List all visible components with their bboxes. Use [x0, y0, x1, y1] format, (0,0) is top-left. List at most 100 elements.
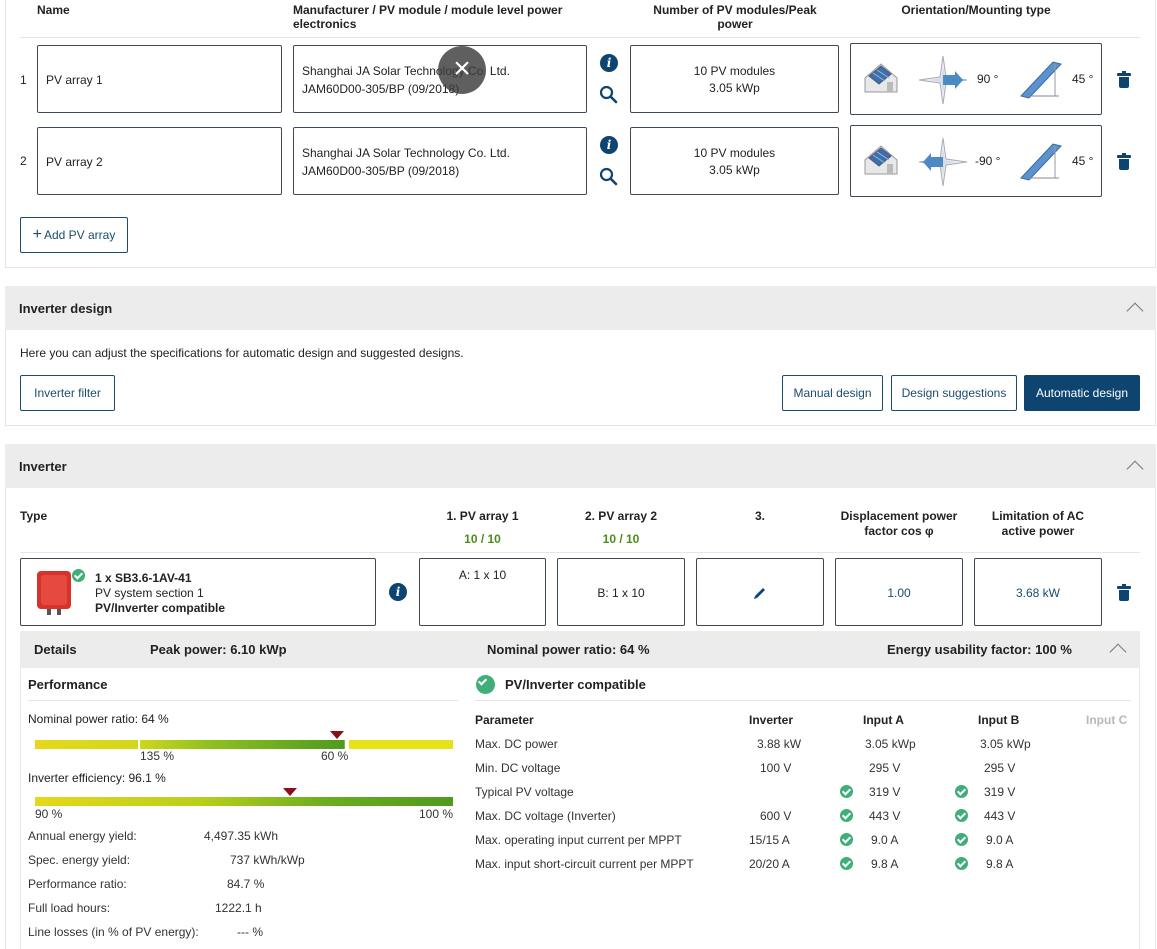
pv-array3-header: 3. — [754, 509, 765, 523]
design-suggestions-button[interactable]: Design suggestions — [891, 375, 1017, 411]
tilt-value: 45 ° — [1072, 72, 1094, 86]
pv-array-name-field[interactable]: PV array 1 — [37, 45, 282, 113]
compatible-check-icon — [476, 675, 495, 694]
pencil-icon[interactable] — [753, 586, 767, 600]
delete-icon[interactable] — [1117, 71, 1131, 88]
efficiency-marker — [283, 788, 297, 796]
input-b-value: 9.0 A — [986, 833, 1014, 847]
pv-system-section: PV system section 1 — [95, 586, 204, 600]
col-input-a: Input A — [863, 713, 904, 727]
search-icon[interactable] — [599, 85, 618, 104]
limitation-value: 3.68 kW — [1015, 586, 1060, 600]
inverter-value: 600 V — [760, 809, 792, 823]
inverter-model: 1 x SB3.6-1AV-41 — [95, 571, 192, 585]
compat-divider — [475, 700, 1131, 701]
compass-icon — [918, 137, 968, 187]
annual-yield-value: 4,497.35 kWh — [204, 829, 279, 843]
performance-ratio-label: Performance ratio: — [28, 877, 127, 891]
nominal-ratio-summary: Nominal power ratio: 64 % — [487, 642, 650, 657]
inverter-compatible-text: PV/Inverter compatible — [95, 601, 226, 615]
chevron-up-icon[interactable] — [1126, 460, 1144, 478]
check-icon — [955, 785, 968, 798]
tilt-icon — [1020, 61, 1062, 99]
tilt-value: 45 ° — [1072, 154, 1094, 168]
nominal-ratio-gauge — [35, 740, 453, 749]
pv-array-name: PV array 1 — [46, 73, 103, 87]
peak-power-summary: Peak power: 6.10 kWp — [150, 642, 287, 657]
nominal-ratio-label: Nominal power ratio: 64 % — [28, 712, 169, 726]
check-icon — [840, 857, 853, 870]
inverter-device-card[interactable]: 1 x SB3.6-1AV-41 PV system section 1 PV/… — [20, 558, 376, 626]
input-a-value: A: 1 x 10 — [458, 568, 507, 582]
pv-array-name-field[interactable]: PV array 2 — [37, 127, 282, 195]
pv-module-field[interactable]: Shanghai JA Solar Technology Co. Ltd. JA… — [293, 127, 587, 195]
inverter-design-header[interactable]: Inverter design — [5, 286, 1156, 330]
tilt-icon — [1020, 143, 1062, 181]
input-a-value: 3.05 kWp — [865, 737, 916, 751]
inverter-value: 3.88 kW — [757, 737, 802, 751]
nominal-ratio-marker — [330, 731, 344, 739]
module-text: JAM60D00-305/BP (09/2018) — [302, 82, 460, 96]
orientation-field[interactable]: -90 ° 45 ° — [850, 125, 1102, 197]
add-pv-array-button[interactable]: + Add PV array — [20, 217, 128, 253]
col-input-b: Input B — [978, 713, 1020, 727]
input-a-value: 319 V — [869, 785, 901, 799]
input-b-value: 295 V — [984, 761, 1016, 775]
input-b-value: 3.05 kWp — [980, 737, 1031, 751]
limitation-field[interactable]: 3.68 kW — [974, 558, 1102, 626]
check-icon — [955, 833, 968, 846]
check-icon — [840, 809, 853, 822]
compatible-check-icon — [72, 569, 85, 582]
col-header-modules: Number of PV modules/Peak power — [653, 3, 817, 31]
annual-yield-label: Annual energy yield: — [28, 829, 137, 843]
info-icon[interactable]: i — [389, 583, 407, 601]
add-pv-array-label: Add PV array — [43, 228, 116, 242]
manufacturer-text: Shanghai JA Solar Technology Co. Ltd. — [302, 146, 510, 160]
col-header-orientation: Orientation/Mounting type — [901, 3, 1051, 17]
input-b-field[interactable]: B: 1 x 10 — [557, 558, 685, 626]
info-icon[interactable]: i — [600, 54, 618, 72]
col-parameter: Parameter — [475, 713, 534, 727]
search-icon[interactable] — [599, 167, 618, 186]
efficiency-gauge — [35, 797, 453, 806]
details-bar[interactable]: Details Peak power: 6.10 kWp Nominal pow… — [20, 631, 1140, 668]
info-icon[interactable]: i — [600, 136, 618, 154]
check-icon — [840, 833, 853, 846]
input-a-field[interactable]: A: 1 x 10 — [419, 558, 546, 626]
energy-usability-summary: Energy usability factor: 100 % — [887, 642, 1072, 657]
chevron-up-icon[interactable] — [1126, 302, 1144, 320]
delete-icon[interactable] — [1117, 153, 1131, 170]
pv-array2-header: 2. PV array 2 — [584, 509, 658, 523]
performance-divider — [28, 700, 458, 701]
efficiency-min: 90 % — [35, 807, 63, 821]
inverter-design-description: Here you can adjust the specifications f… — [20, 346, 464, 360]
spec-yield-value: 737 kWh/kWp — [230, 853, 305, 867]
pv-array2-count: 10 / 10 — [602, 532, 640, 546]
performance-ratio-value: 84.7 % — [227, 877, 265, 891]
check-icon — [955, 809, 968, 822]
inverter-header[interactable]: Inverter — [5, 444, 1156, 488]
orientation-field[interactable]: 90 ° 45 ° — [850, 43, 1102, 115]
automatic-design-button[interactable]: Automatic design — [1024, 375, 1140, 411]
module-count: 10 PV modules — [693, 146, 776, 160]
input-c-field[interactable] — [696, 558, 824, 626]
param-name: Min. DC voltage — [475, 761, 561, 775]
close-overlay-button[interactable]: × — [438, 46, 486, 94]
input-b-value: 443 V — [984, 809, 1016, 823]
col-header-manufacturer: Manufacturer / PV module / module level … — [293, 3, 563, 31]
chevron-up-icon[interactable] — [1109, 643, 1127, 661]
cos-phi-field[interactable]: 1.00 — [835, 558, 963, 626]
pv-array1-count: 10 / 10 — [464, 532, 501, 546]
inverter-filter-button[interactable]: Inverter filter — [20, 375, 115, 411]
inverter-value: 15/15 A — [749, 833, 790, 847]
compat-title: PV/Inverter compatible — [505, 677, 646, 692]
delete-icon[interactable] — [1117, 584, 1131, 601]
header-divider — [20, 37, 1140, 38]
manual-design-button[interactable]: Manual design — [782, 375, 883, 411]
nominal-ratio-tick-left: 135 % — [140, 749, 175, 763]
input-a-value: 443 V — [869, 809, 901, 823]
modules-field[interactable]: 10 PV modules 3.05 kWp — [630, 45, 839, 113]
row-index: 1 — [20, 73, 27, 87]
compass-icon — [918, 55, 968, 105]
modules-field[interactable]: 10 PV modules 3.05 kWp — [630, 127, 839, 195]
